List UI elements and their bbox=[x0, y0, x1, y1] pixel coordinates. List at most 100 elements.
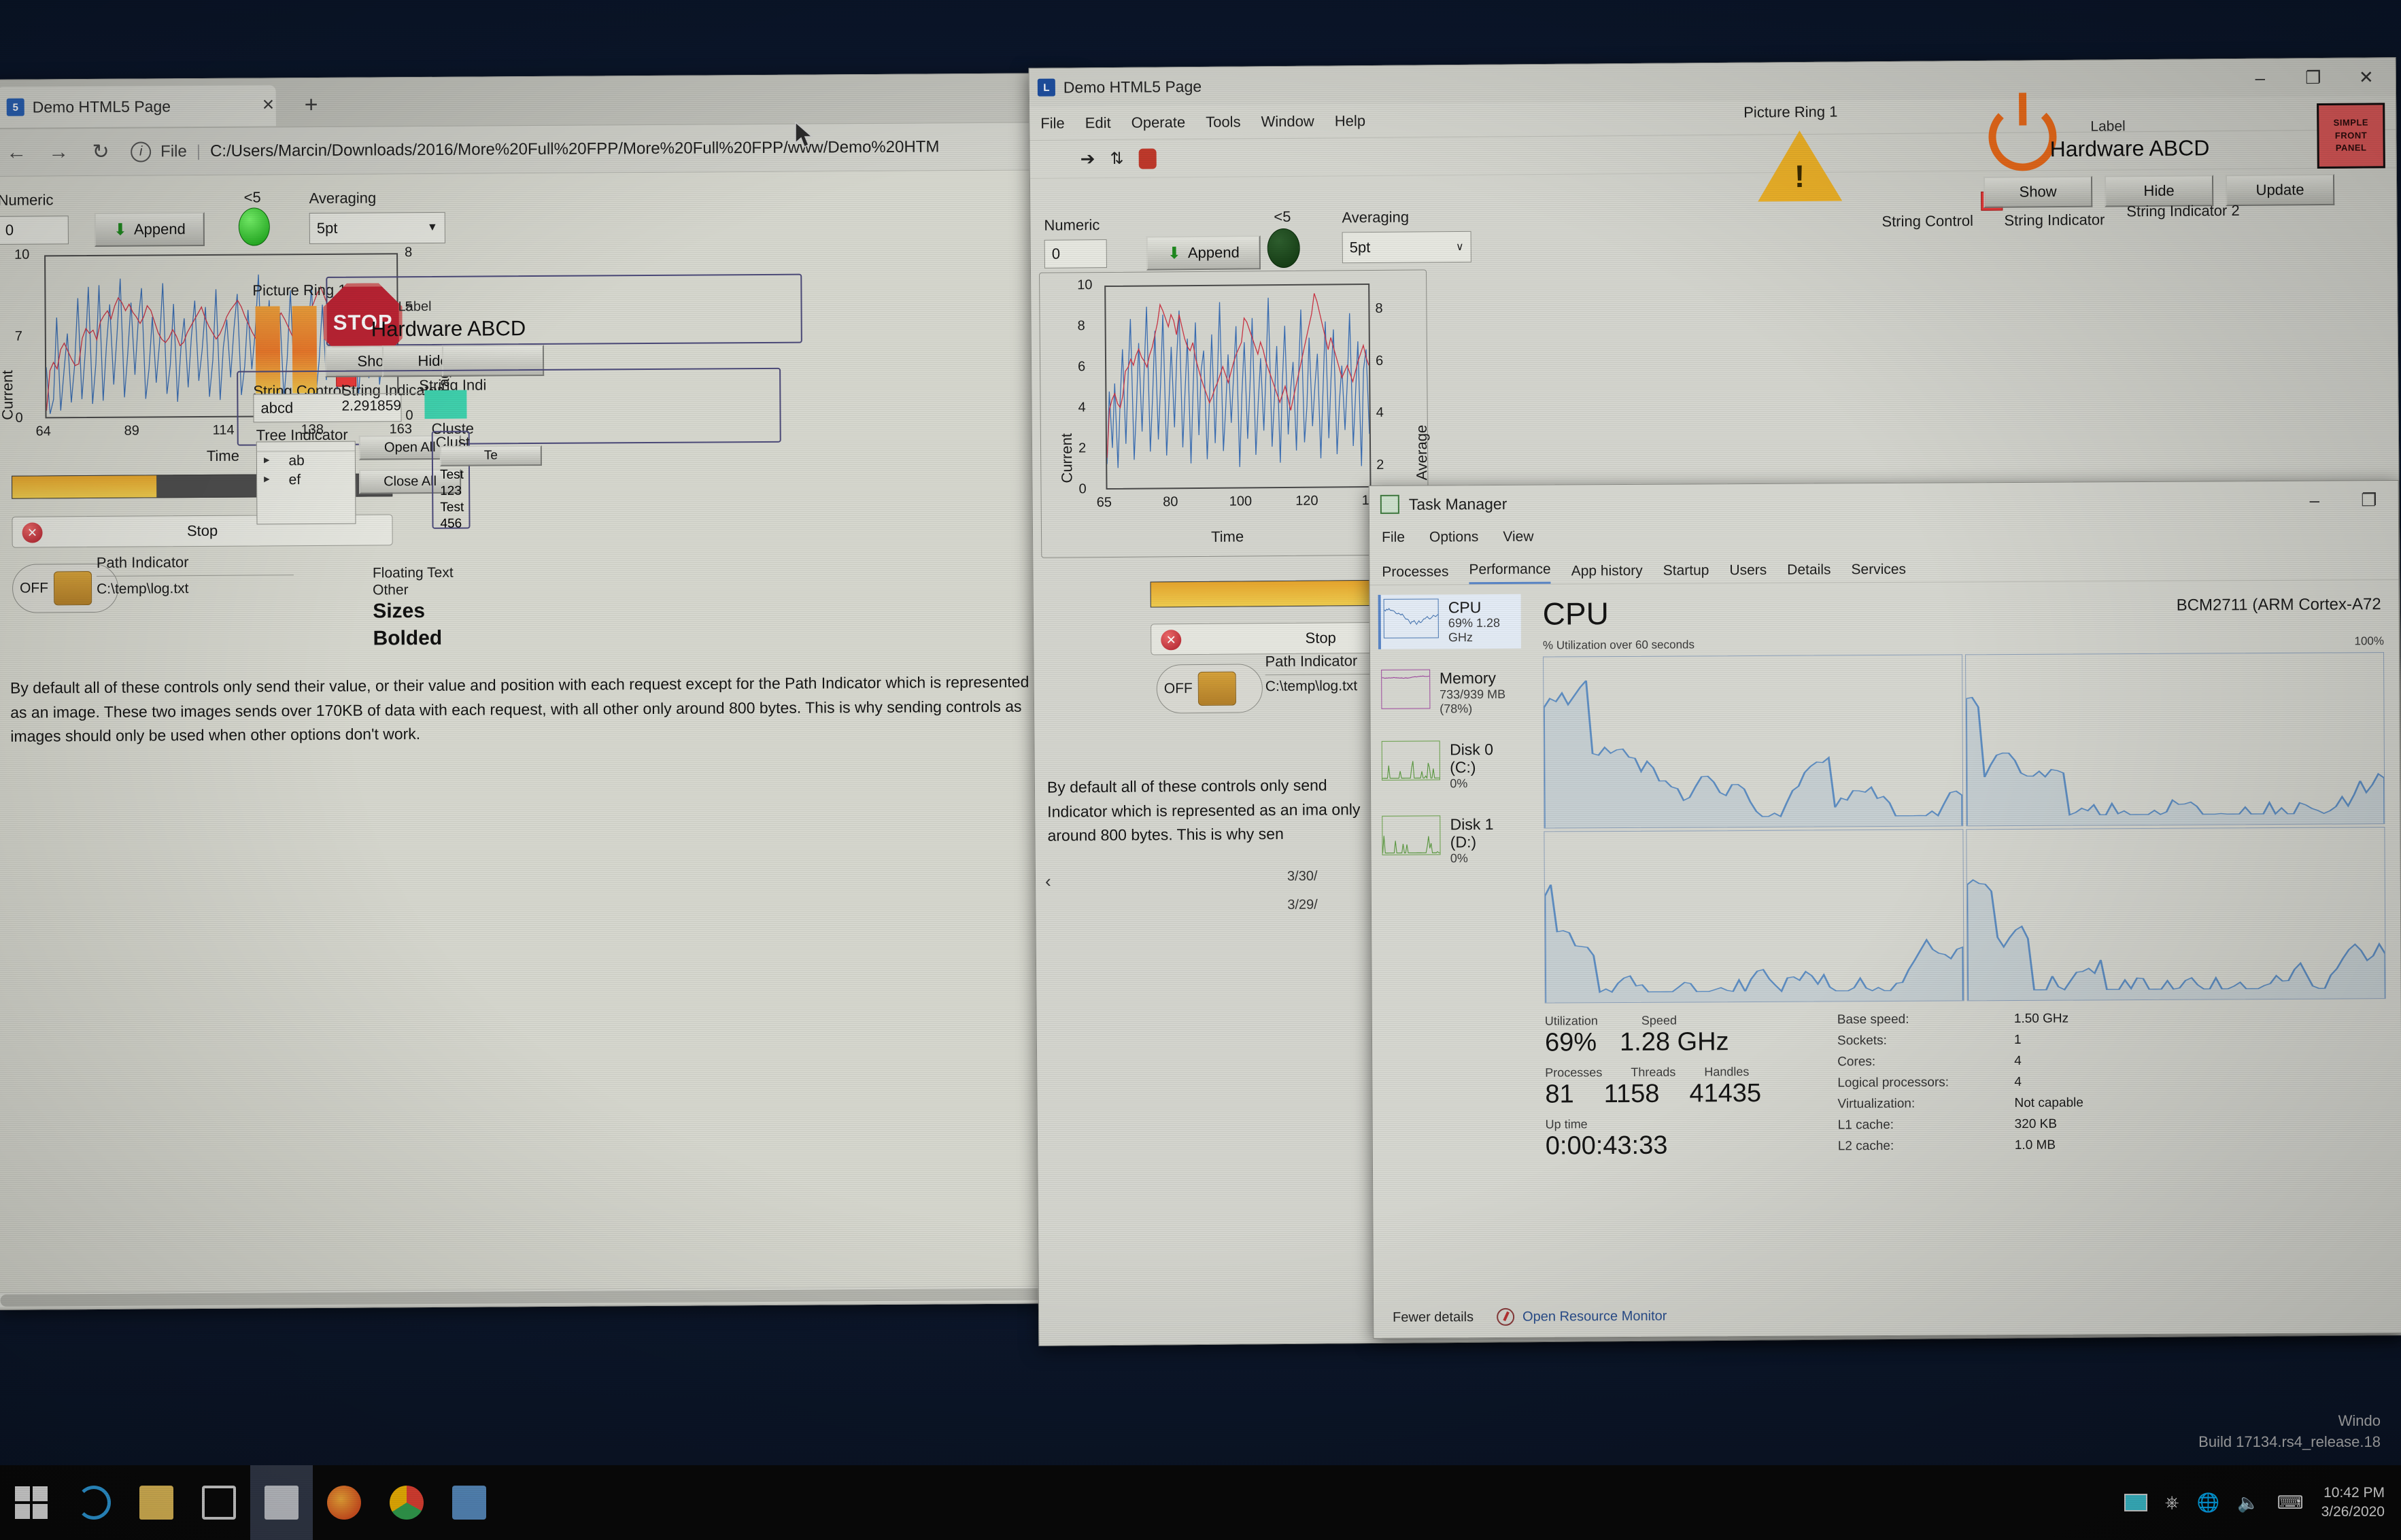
new-tab-icon[interactable]: + bbox=[305, 92, 318, 118]
power-icon[interactable] bbox=[1988, 103, 2057, 171]
display-icon[interactable] bbox=[2124, 1494, 2147, 1511]
sidebar-item-disk1[interactable]: Disk 1 (D:) 0% bbox=[1379, 811, 1522, 870]
lv-append-button[interactable]: ⬇ Append bbox=[1146, 235, 1261, 271]
task-manager-titlebar[interactable]: Task Manager – ❐ bbox=[1369, 481, 2398, 523]
edge-icon[interactable] bbox=[63, 1465, 125, 1540]
lv-update-button[interactable]: Update bbox=[2225, 173, 2335, 207]
lv-power-toggle[interactable]: OFF bbox=[1156, 664, 1263, 714]
lv-path-indicator-value: C:\temp\log.txt bbox=[1265, 678, 1358, 695]
threads-label: Threads bbox=[1631, 1065, 1676, 1079]
abort-stop-icon[interactable] bbox=[1138, 148, 1157, 169]
keyboard-icon[interactable]: ⌨ bbox=[2277, 1492, 2304, 1513]
menu-edit[interactable]: Edit bbox=[1085, 114, 1111, 131]
network-disconnected-icon[interactable]: 🌐 bbox=[2197, 1492, 2220, 1513]
maximize-icon[interactable]: ❐ bbox=[2357, 490, 2381, 510]
menu-window[interactable]: Window bbox=[1261, 112, 1314, 131]
expand-icon[interactable]: ▸ bbox=[264, 453, 270, 469]
sidebar-item-disk0[interactable]: Disk 0 (C:) 0% bbox=[1379, 736, 1522, 795]
browser-tab[interactable]: 5 Demo HTML5 Page bbox=[0, 85, 276, 128]
append-button[interactable]: ⬇ Append bbox=[94, 211, 205, 247]
labview-icon[interactable] bbox=[250, 1465, 313, 1540]
close-icon[interactable]: × bbox=[262, 93, 275, 116]
averaging-select[interactable]: 5pt ▼ bbox=[309, 211, 445, 245]
lv-numeric-input[interactable]: 0 bbox=[1044, 239, 1107, 269]
expand-icon[interactable]: ▸ bbox=[264, 472, 270, 488]
description-paragraph: By default all of these controls only se… bbox=[10, 672, 1029, 746]
fewer-details-button[interactable]: Fewer details bbox=[1393, 1310, 1474, 1326]
axis-tick-label: 0 bbox=[1078, 481, 1087, 497]
numeric-input[interactable]: 0 bbox=[0, 216, 69, 245]
sidebar-item-memory[interactable]: Memory 733/939 MB (78%) bbox=[1378, 665, 1521, 721]
spec-value: 1.50 GHz bbox=[2013, 1011, 2069, 1027]
menu-file[interactable]: File bbox=[1040, 114, 1065, 132]
address-bar[interactable]: i File | C:/Users/Marcin/Downloads/2016/… bbox=[131, 130, 1066, 168]
tab-performance[interactable]: Performance bbox=[1469, 561, 1551, 585]
lv-toggle-knob[interactable] bbox=[1197, 671, 1237, 706]
reload-icon[interactable]: ↻ bbox=[88, 140, 113, 164]
browser-window[interactable]: 5 Demo HTML5 Page × + ← → ↻ i File | C:/… bbox=[0, 73, 1087, 1310]
horizontal-scrollbar-thumb[interactable] bbox=[0, 1287, 1086, 1307]
minimize-icon[interactable]: – bbox=[2303, 490, 2326, 511]
tab-details[interactable]: Details bbox=[1787, 562, 1830, 582]
tree-row[interactable]: ▸ ef bbox=[257, 470, 355, 490]
sidebar-item-cpu[interactable]: CPU 69% 1.28 GHz bbox=[1378, 594, 1521, 650]
page-viewport: Numeric 0 ⬇ Append <5 Averaging 5pt ▼ Cu… bbox=[0, 170, 1086, 1307]
progress-bar-fill bbox=[12, 475, 157, 498]
spec-value: 1.0 MB bbox=[2014, 1137, 2056, 1153]
minimize-icon[interactable]: – bbox=[2249, 68, 2272, 88]
tab-startup[interactable]: Startup bbox=[1663, 562, 1709, 583]
close-icon[interactable]: ✕ bbox=[2355, 67, 2378, 87]
chrome-icon[interactable] bbox=[375, 1465, 438, 1540]
usb-eject-icon[interactable]: ⎈ bbox=[2165, 1492, 2179, 1513]
tab-app-history[interactable]: App history bbox=[1571, 563, 1643, 584]
tm-menu-file[interactable]: File bbox=[1382, 530, 1405, 546]
maximize-icon[interactable]: ❐ bbox=[2302, 67, 2325, 88]
lv-show-button[interactable]: Show bbox=[1983, 175, 2093, 208]
tree-row-label: ab bbox=[288, 453, 305, 469]
back-icon[interactable]: ← bbox=[4, 141, 29, 164]
menu-operate[interactable]: Operate bbox=[1131, 114, 1186, 132]
mouse-pointer-icon bbox=[795, 121, 814, 148]
lv-averaging-label: Averaging bbox=[1342, 208, 1410, 226]
lv-description-paragraph: By default all of these controls only se… bbox=[1046, 776, 1361, 845]
volume-muted-icon[interactable]: 🔈 bbox=[2237, 1492, 2259, 1513]
windows-taskbar[interactable]: ⎈ 🌐 🔈 ⌨ 10:42 PM 3/26/2020 bbox=[0, 1465, 2401, 1540]
forward-icon[interactable]: → bbox=[46, 141, 71, 164]
cluster-test-button[interactable]: Te bbox=[439, 445, 542, 466]
stop-icon: ✕ bbox=[22, 522, 43, 543]
windows-start-icon[interactable] bbox=[0, 1465, 63, 1540]
tm-menu-view[interactable]: View bbox=[1503, 529, 1533, 545]
disk0-sparkline-icon bbox=[1381, 740, 1441, 781]
lv-averaging-select[interactable]: 5pt ∨ bbox=[1342, 230, 1471, 264]
spec-key: Base speed: bbox=[1837, 1012, 1909, 1027]
media-player-icon[interactable] bbox=[438, 1465, 500, 1540]
tree-row[interactable]: ▸ ab bbox=[257, 451, 355, 471]
taskbar-clock[interactable]: 10:42 PM 3/26/2020 bbox=[2321, 1484, 2385, 1522]
spec-value: 320 KB bbox=[2014, 1116, 2058, 1132]
firefox-icon[interactable] bbox=[313, 1465, 375, 1540]
file-explorer-icon[interactable] bbox=[125, 1465, 188, 1540]
tree-indicator[interactable]: ▸ ab ▸ ef bbox=[256, 441, 356, 525]
tab-services[interactable]: Services bbox=[1851, 562, 1906, 582]
cpu-sparkline-icon bbox=[1383, 598, 1440, 638]
scroll-left-icon[interactable]: ‹ bbox=[1045, 871, 1051, 892]
spec-key: L1 cache: bbox=[1837, 1117, 1894, 1133]
tab-users[interactable]: Users bbox=[1729, 562, 1767, 583]
axis-tick-label: 114 bbox=[212, 422, 235, 438]
averaging-label: Averaging bbox=[309, 189, 377, 207]
toggle-knob[interactable] bbox=[53, 571, 92, 606]
menu-help[interactable]: Help bbox=[1335, 112, 1365, 130]
horizontal-scrollbar[interactable] bbox=[0, 1286, 1086, 1307]
run-continuous-icon[interactable]: ⇅ bbox=[1110, 149, 1123, 169]
run-arrow-icon[interactable]: ➔ bbox=[1080, 148, 1095, 169]
cpu-model-label: BCM2711 (ARM Cortex-A72 bbox=[2176, 595, 2381, 615]
task-manager-window[interactable]: Task Manager – ❐ File Options View Proce… bbox=[1368, 480, 2401, 1339]
open-resource-monitor-link[interactable]: Open Resource Monitor bbox=[1497, 1307, 1667, 1327]
store-icon[interactable] bbox=[188, 1465, 250, 1540]
tm-menu-options[interactable]: Options bbox=[1429, 529, 1478, 545]
tab-processes[interactable]: Processes bbox=[1382, 564, 1448, 585]
menu-tools[interactable]: Tools bbox=[1206, 113, 1241, 131]
task-manager-main-pane: CPU BCM2711 (ARM Cortex-A72 % Utilizatio… bbox=[1526, 580, 2401, 1337]
warning-triangle-icon[interactable] bbox=[1757, 130, 1843, 202]
site-info-icon[interactable]: i bbox=[131, 141, 152, 162]
